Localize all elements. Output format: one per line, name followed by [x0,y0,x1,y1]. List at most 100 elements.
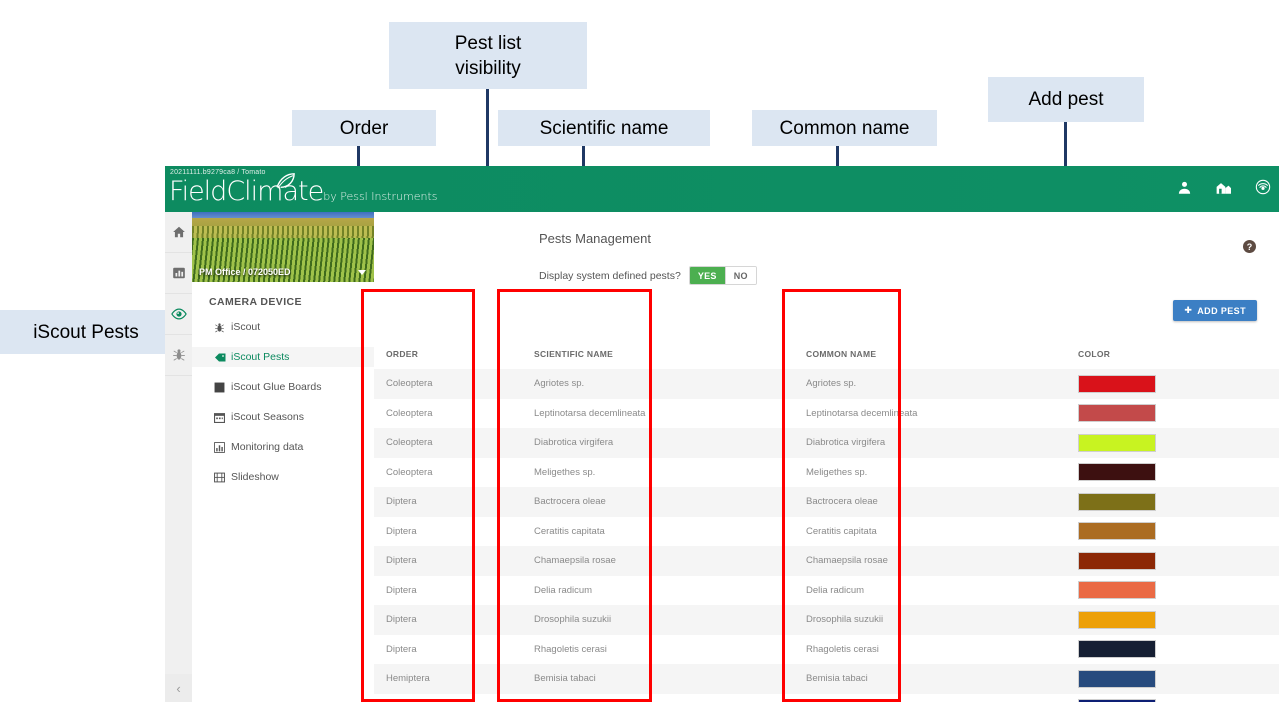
rail-item-insect[interactable] [165,335,192,376]
add-pest-button[interactable]: ✚ ADD PEST [1173,300,1257,321]
column-header-common-name: COMMON NAME [806,348,877,359]
brand-logo[interactable]: FieldClimateby Pessl Instruments [169,176,437,207]
color-swatch[interactable] [1078,463,1156,482]
color-swatch[interactable] [1078,610,1156,629]
table-row[interactable]: Coleoptera Leptinotarsa decemlineata Lepti… [374,399,1279,429]
cell-color [1078,492,1279,511]
page-title: Pests Management [539,231,652,246]
column-header-scientific-name: SCIENTIFIC NAME [534,348,614,359]
cell-color [1078,551,1279,570]
user-icon[interactable] [1177,180,1192,195]
toggle-no-option[interactable]: NO [724,267,756,284]
rail-item-camera-view[interactable] [165,294,192,335]
insect-icon [172,349,185,361]
table-row[interactable]: Diptera Drosophila suzukii Drosophila suzu… [374,605,1279,635]
table-row[interactable]: HemipteraHalyomorpha halysHalyomorpha ha… [374,694,1279,702]
color-swatch[interactable] [1078,522,1156,541]
rail-item-charts[interactable] [165,253,192,294]
device-id-label: 20211111.b9279ca8 / Tomato [170,169,266,176]
table-row[interactable]: Coleoptera Agriotes sp. Agriotes sp. [374,369,1279,399]
icon-rail: ‹ [165,212,193,702]
cell-common-name: Diabrotica virgifera [806,437,886,449]
color-swatch[interactable] [1078,640,1156,659]
callout-common-name-label: Common name [779,117,910,139]
cell-common-name: Chamaepsila rosae [806,555,888,567]
cell-common-name: Delia radicum [806,584,865,596]
camera-preview[interactable]: PM Office / 072050ED [192,212,374,282]
color-swatch[interactable] [1078,404,1156,423]
sidebar: PM Office / 072050ED CAMERA DEVICE iScou… [192,212,375,702]
sidebar-item-label: iScout [231,321,261,333]
bars-icon [214,441,231,453]
signal-icon[interactable] [1255,179,1271,195]
callout-order-label: Order [339,117,389,139]
cell-scientific-name: Agriotes sp. [534,378,585,390]
sidebar-item-slideshow[interactable]: Slideshow [192,467,374,487]
sidebar-item-label: iScout Glue Boards [231,381,322,393]
cell-scientific-name: Leptinotarsa decemlineata [534,407,646,419]
cell-common-name: Ceratitis capitata [806,525,877,537]
callout-iscout-pests-label: iScout Pests [33,321,139,343]
sidebar-item-iscout-seasons[interactable]: iScout Seasons [192,407,374,427]
rail-item-home[interactable] [165,212,192,253]
cell-color [1078,463,1279,482]
cell-order: Diptera [386,584,417,596]
sidebar-item-label: iScout Pests [231,351,290,363]
rail-collapse-button[interactable]: ‹ [165,674,192,702]
cell-order: Diptera [386,525,417,537]
table-row[interactable]: Diptera Chamaepsila rosae Chamaepsila rosa… [374,546,1279,576]
callout-scientific-name: Scientific name [498,110,710,146]
tag-icon [214,352,231,363]
cell-order: Diptera [386,496,417,508]
table-row[interactable]: Diptera Delia radicum Delia radicum [374,576,1279,606]
color-swatch[interactable] [1078,551,1156,570]
sidebar-item-iscout[interactable]: iScout [192,317,374,337]
color-swatch[interactable] [1078,374,1156,393]
cell-color [1078,522,1279,541]
cell-color [1078,374,1279,393]
system-pests-toggle[interactable]: YES NO [688,266,757,285]
cell-order: Coleoptera [386,437,433,449]
toggle-yes-option[interactable]: YES [689,267,725,284]
bug-icon [214,322,231,333]
table-row[interactable]: Coleoptera Diabrotica virgifera Diabrotica… [374,428,1279,458]
sidebar-item-iscout-glue-boards[interactable]: iScout Glue Boards [192,377,374,397]
table-body: Coleoptera Agriotes sp. Agriotes sp. Coleop… [374,369,1279,702]
plus-icon: ✚ [1184,305,1193,315]
cell-common-name: Bemisia tabaci [806,673,868,685]
table-row[interactable]: Coleoptera Meligethes sp. Meligethes sp. [374,458,1279,488]
leaf-icon [276,173,295,189]
square-icon [214,382,231,393]
table-row[interactable]: Hemiptera Bemisia tabaci Bemisia tabaci [374,664,1279,694]
callout-iscout-pests: iScout Pests [0,310,172,354]
cell-scientific-name: Delia radicum [534,584,593,596]
color-swatch[interactable] [1078,433,1156,452]
table-row[interactable]: Diptera Ceratitis capitata Ceratitis capit… [374,517,1279,547]
color-swatch[interactable] [1078,581,1156,600]
sidebar-item-iscout-pests[interactable]: iScout Pests [192,347,374,367]
header-icon-group [1177,179,1271,195]
sidebar-item-label: iScout Seasons [231,411,304,423]
sidebar-item-label: Slideshow [231,471,279,483]
callout-common-name: Common name [752,110,937,146]
film-icon [214,472,231,483]
chevron-down-icon[interactable] [358,270,366,275]
camera-device-label: PM Office / 072050ED [199,267,291,277]
brand-tagline: by Pessl Instruments [323,190,438,203]
table-row[interactable]: Diptera Rhagoletis cerasi Rhagoletis ceras… [374,635,1279,665]
chart-icon [172,267,185,279]
help-icon[interactable]: ? [1243,240,1256,253]
callout-add-pest-label: Add pest [1028,89,1104,110]
cell-scientific-name: Rhagoletis cerasi [534,643,607,655]
sidebar-item-monitoring-data[interactable]: Monitoring data [192,437,374,457]
system-pests-toggle-row: Display system defined pests? YES NO [539,266,757,285]
cell-scientific-name: Bactrocera oleae [534,496,606,508]
farm-icon[interactable] [1215,180,1232,195]
color-swatch[interactable] [1078,492,1156,511]
cell-order: Coleoptera [386,466,433,478]
cell-scientific-name: Drosophila suzukii [534,614,612,626]
color-swatch[interactable] [1078,669,1156,688]
cell-scientific-name: Diabrotica virgifera [534,437,614,449]
callout-add-pest: Add pest [988,77,1144,122]
table-row[interactable]: Diptera Bactrocera oleae Bactrocera oleae [374,487,1279,517]
